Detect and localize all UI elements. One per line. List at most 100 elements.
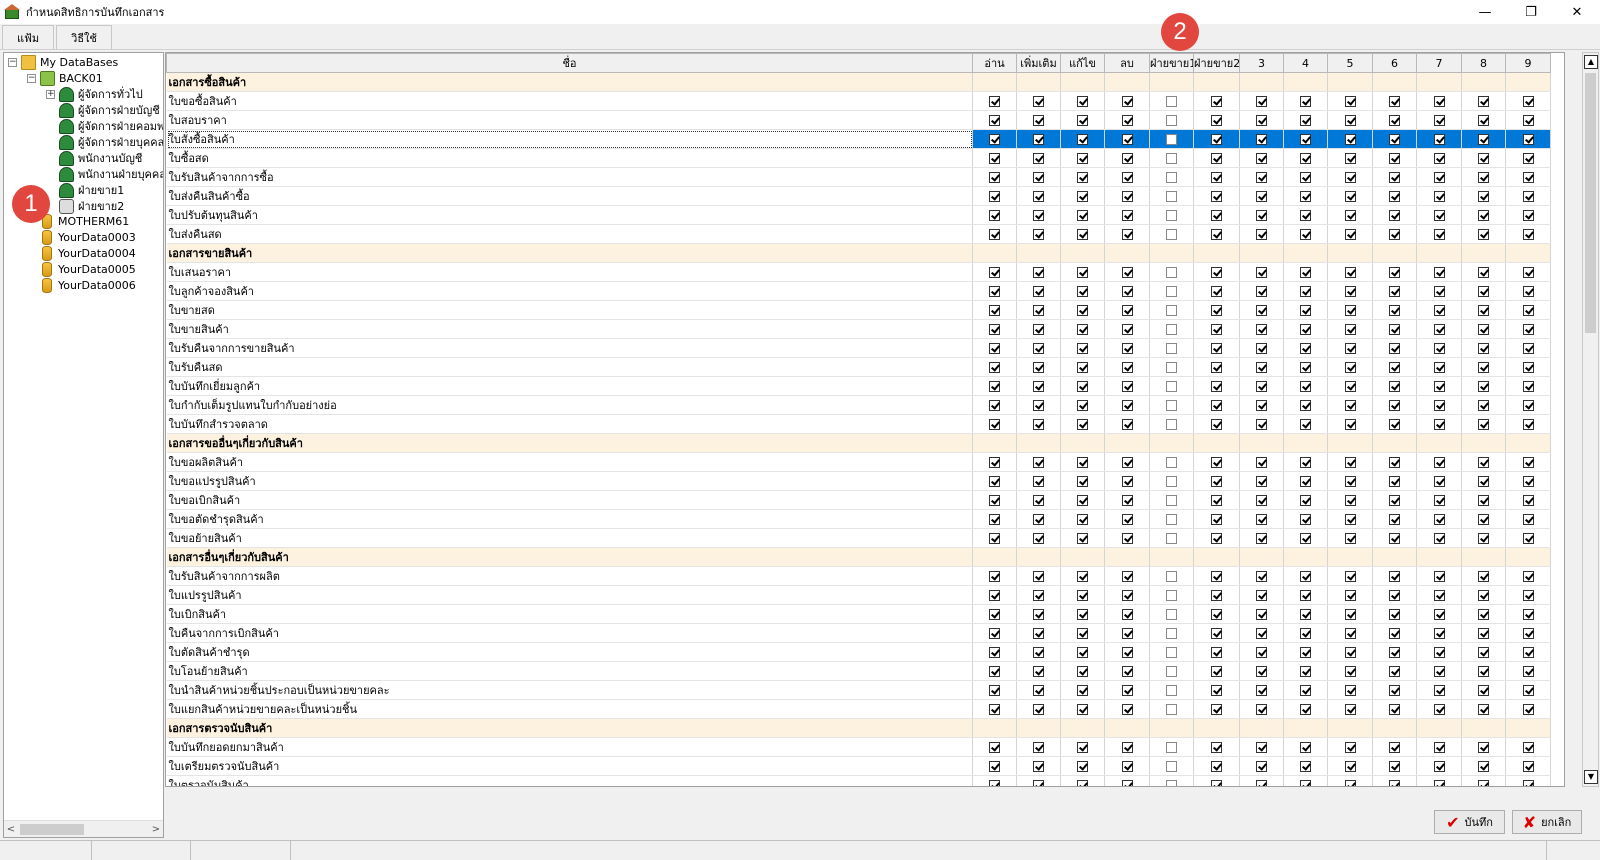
grid-row[interactable]: ใบคืนจากการเบิกสินค้า <box>166 623 1551 643</box>
grid-row[interactable]: ใบแปรรูปสินค้า <box>166 585 1551 605</box>
permission-checkbox[interactable] <box>1077 590 1088 601</box>
permission-checkbox[interactable] <box>1522 476 1534 487</box>
permission-checkbox[interactable] <box>1033 324 1044 335</box>
permission-checkbox[interactable] <box>1077 153 1088 164</box>
permission-checkbox[interactable] <box>1033 400 1044 411</box>
permission-checkbox[interactable] <box>1478 96 1489 107</box>
scroll-left-icon[interactable]: < <box>4 824 18 835</box>
permission-checkbox[interactable] <box>1077 685 1088 696</box>
permission-checkbox[interactable] <box>1033 780 1044 786</box>
permission-checkbox[interactable] <box>1478 153 1489 164</box>
grid-row[interactable]: ใบบันทึกเยี่ยมลูกค้า <box>166 376 1551 396</box>
permission-checkbox[interactable] <box>989 590 1000 601</box>
restore-button[interactable]: ❐ <box>1508 0 1554 24</box>
permission-checkbox[interactable] <box>1211 191 1222 202</box>
permission-checkbox[interactable] <box>1033 495 1044 506</box>
permission-checkbox[interactable] <box>1389 476 1400 487</box>
permission-checkbox[interactable] <box>1389 96 1400 107</box>
permission-checkbox[interactable] <box>1166 362 1177 373</box>
permission-checkbox[interactable] <box>1344 362 1356 373</box>
permission-checkbox[interactable] <box>1478 533 1489 544</box>
permission-checkbox[interactable] <box>1256 571 1267 582</box>
grid-row[interactable]: ใบรับสินค้าจากการผลิต <box>166 566 1551 586</box>
tree-root[interactable]: − My DataBases <box>8 54 118 70</box>
permission-checkbox[interactable] <box>1166 666 1177 677</box>
permission-checkbox[interactable] <box>1077 419 1088 430</box>
permission-checkbox[interactable] <box>1077 647 1088 658</box>
permission-checkbox[interactable] <box>1478 419 1489 430</box>
permission-checkbox[interactable] <box>1344 514 1356 525</box>
permission-checkbox[interactable] <box>1166 628 1177 639</box>
permission-checkbox[interactable] <box>1166 685 1177 696</box>
permission-checkbox[interactable] <box>1478 495 1489 506</box>
grid-row[interactable]: ใบขอซื้อสินค้า <box>166 91 1551 111</box>
permission-checkbox[interactable] <box>1433 590 1445 601</box>
permission-checkbox[interactable] <box>1256 381 1267 392</box>
permission-checkbox[interactable] <box>1478 172 1489 183</box>
permission-checkbox[interactable] <box>1478 305 1489 316</box>
permission-checkbox[interactable] <box>1389 514 1400 525</box>
permission-checkbox[interactable] <box>1256 514 1267 525</box>
column-header-permission[interactable]: 8 <box>1461 53 1506 73</box>
permission-checkbox[interactable] <box>1033 229 1044 240</box>
permission-checkbox[interactable] <box>1300 172 1311 183</box>
column-header-permission[interactable]: ลบ <box>1104 53 1150 73</box>
permission-checkbox[interactable] <box>1433 761 1445 772</box>
permission-checkbox[interactable] <box>1256 476 1267 487</box>
permission-checkbox[interactable] <box>1033 362 1044 373</box>
permission-checkbox[interactable] <box>1344 495 1356 506</box>
permission-checkbox[interactable] <box>1344 172 1356 183</box>
grid-row[interactable]: ใบส่งคืนสด <box>166 224 1551 244</box>
permission-checkbox[interactable] <box>1121 704 1133 715</box>
scroll-up-icon[interactable]: ▲ <box>1584 55 1598 69</box>
permission-checkbox[interactable] <box>1077 609 1088 620</box>
collapse-icon[interactable]: − <box>27 73 36 83</box>
permission-checkbox[interactable] <box>1121 172 1133 183</box>
permission-checkbox[interactable] <box>1478 210 1489 221</box>
permission-checkbox[interactable] <box>1300 191 1311 202</box>
permission-checkbox[interactable] <box>1433 343 1445 354</box>
permission-checkbox[interactable] <box>1077 191 1088 202</box>
column-header-name[interactable]: ชื่อ <box>166 53 973 73</box>
permission-checkbox[interactable] <box>1166 400 1177 411</box>
permission-checkbox[interactable] <box>1121 419 1133 430</box>
permission-checkbox[interactable] <box>1344 419 1356 430</box>
grid-row[interactable]: ใบสอบราคา <box>166 110 1551 130</box>
grid-row[interactable]: ใบลูกค้าจองสินค้า <box>166 281 1551 301</box>
permission-checkbox[interactable] <box>1389 400 1400 411</box>
grid-row[interactable]: ใบขอย้ายสินค้า <box>166 528 1551 548</box>
permission-checkbox[interactable] <box>989 457 1000 468</box>
permission-checkbox[interactable] <box>1211 267 1222 278</box>
permission-checkbox[interactable] <box>1522 381 1534 392</box>
permission-checkbox[interactable] <box>1211 324 1222 335</box>
permission-checkbox[interactable] <box>1077 115 1088 126</box>
permission-checkbox[interactable] <box>1211 172 1222 183</box>
column-header-permission[interactable]: อ่าน <box>972 53 1017 73</box>
permission-checkbox[interactable] <box>1522 324 1534 335</box>
permission-checkbox[interactable] <box>1211 381 1222 392</box>
permission-checkbox[interactable] <box>1478 191 1489 202</box>
permission-checkbox[interactable] <box>1389 191 1400 202</box>
permission-checkbox[interactable] <box>1522 495 1534 506</box>
permission-checkbox[interactable] <box>1121 514 1133 525</box>
permission-checkbox[interactable] <box>1033 761 1044 772</box>
permission-checkbox[interactable] <box>1166 305 1177 316</box>
permission-checkbox[interactable] <box>1433 628 1445 639</box>
permission-checkbox[interactable] <box>1211 476 1222 487</box>
permission-checkbox[interactable] <box>1433 210 1445 221</box>
permission-checkbox[interactable] <box>1121 742 1133 753</box>
permission-checkbox[interactable] <box>1300 495 1311 506</box>
permission-checkbox[interactable] <box>1433 704 1445 715</box>
permission-checkbox[interactable] <box>1256 96 1267 107</box>
permission-checkbox[interactable] <box>1211 647 1222 658</box>
permission-checkbox[interactable] <box>1077 533 1088 544</box>
permission-checkbox[interactable] <box>1389 115 1400 126</box>
permission-checkbox[interactable] <box>1344 96 1356 107</box>
permission-checkbox[interactable] <box>1077 286 1088 297</box>
permission-checkbox[interactable] <box>1166 571 1177 582</box>
scroll-thumb[interactable] <box>20 823 84 835</box>
permission-checkbox[interactable] <box>1433 172 1445 183</box>
permission-checkbox[interactable] <box>1033 172 1044 183</box>
permission-checkbox[interactable] <box>1166 495 1177 506</box>
permission-checkbox[interactable] <box>1033 533 1044 544</box>
